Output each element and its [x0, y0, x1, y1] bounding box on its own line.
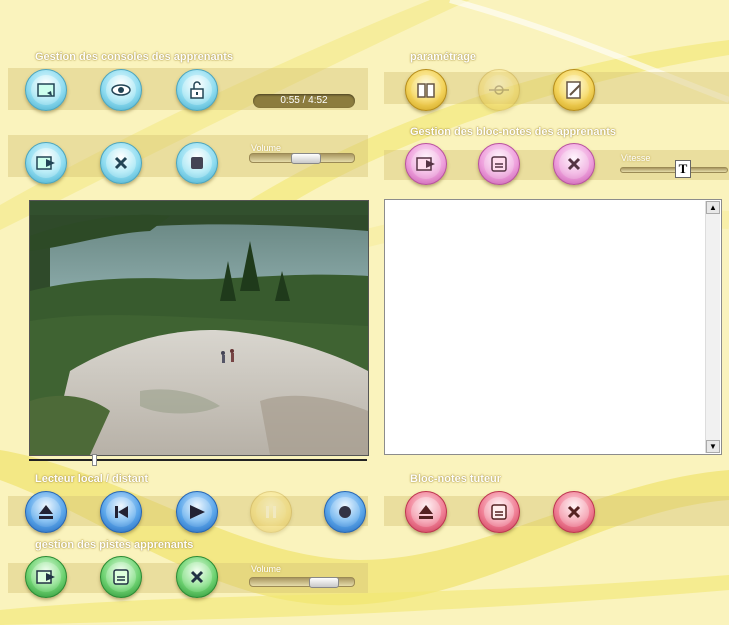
notes-textarea[interactable]: ▲ ▼ [384, 199, 722, 455]
vitesse-slider[interactable]: T [620, 160, 728, 178]
volume-top-thumb[interactable] [291, 153, 321, 164]
tutor-eject-button[interactable] [405, 491, 447, 533]
send-console-button[interactable] [25, 142, 67, 184]
notes-scrollbar[interactable]: ▲ ▼ [705, 201, 720, 453]
close-x-icon [567, 157, 581, 171]
edit-note-icon [566, 81, 581, 99]
volume-top-slider[interactable] [249, 153, 355, 164]
view-console-button[interactable] [100, 69, 142, 111]
edit-note-button[interactable] [553, 69, 595, 111]
previous-icon [115, 506, 128, 518]
send-console-icon [36, 156, 55, 170]
volume-bottom-thumb[interactable] [309, 577, 339, 588]
parametrage-section-title: paramétrage [410, 51, 477, 63]
book-icon [417, 83, 435, 98]
volume-bottom-label: Volume [251, 564, 282, 574]
tuteur-section-title: Bloc-notes tuteur [410, 473, 502, 485]
eject-icon [39, 505, 53, 519]
send-track-icon [36, 570, 55, 584]
pause-button[interactable] [250, 491, 292, 533]
scroll-up-button[interactable]: ▲ [706, 201, 720, 214]
blocnotes-section-title: Gestion des bloc-notes des apprenants [410, 126, 616, 138]
pause-icon [266, 506, 276, 518]
close-console-button[interactable] [100, 142, 142, 184]
volume-bottom-slider[interactable] [249, 577, 355, 588]
record-icon [339, 506, 351, 518]
close-note-button[interactable] [553, 143, 595, 185]
save-icon [491, 504, 507, 520]
send-note-icon [416, 157, 435, 171]
close-x-icon [190, 570, 204, 584]
video-frame-image [30, 201, 368, 455]
notes-text [385, 200, 721, 208]
open-console-button[interactable] [25, 69, 67, 111]
view-eye-icon [111, 84, 131, 96]
stop-console-button[interactable] [176, 142, 218, 184]
video-progress-marker[interactable] [92, 454, 97, 466]
tutor-close-button[interactable] [553, 491, 595, 533]
tutor-save-button[interactable] [478, 491, 520, 533]
connect-button[interactable] [478, 69, 520, 111]
time-display: 0:55 / 4:52 [253, 94, 355, 108]
unlock-console-button[interactable] [176, 69, 218, 111]
scroll-down-button[interactable]: ▼ [706, 440, 720, 453]
previous-button[interactable] [100, 491, 142, 533]
send-note-button[interactable] [405, 143, 447, 185]
record-button[interactable] [324, 491, 366, 533]
play-button[interactable] [176, 491, 218, 533]
vitesse-label: Vitesse [621, 153, 651, 163]
play-icon [190, 505, 205, 519]
eject-icon [419, 505, 433, 519]
open-console-icon [37, 83, 55, 97]
pistes-section-title: gestion des pistes apprenants [35, 539, 194, 551]
save-note-button[interactable] [478, 143, 520, 185]
vitesse-thumb[interactable]: T [675, 160, 691, 178]
book-button[interactable] [405, 69, 447, 111]
save-icon [113, 569, 129, 585]
stop-square-icon [191, 157, 203, 169]
lecteur-section-title: Lecteur local / distant [35, 473, 149, 485]
unlock-icon [190, 81, 204, 99]
video-player[interactable] [29, 200, 369, 456]
connect-icon [489, 85, 509, 95]
close-x-icon [114, 156, 128, 170]
save-icon [491, 156, 507, 172]
close-x-icon [567, 505, 581, 519]
save-track-button[interactable] [100, 556, 142, 598]
close-track-button[interactable] [176, 556, 218, 598]
consoles-section-title: Gestion des consoles des apprenants [35, 51, 234, 63]
eject-button[interactable] [25, 491, 67, 533]
video-progress-track[interactable] [29, 454, 367, 466]
volume-top-label: Volume [251, 143, 282, 153]
send-track-button[interactable] [25, 556, 67, 598]
